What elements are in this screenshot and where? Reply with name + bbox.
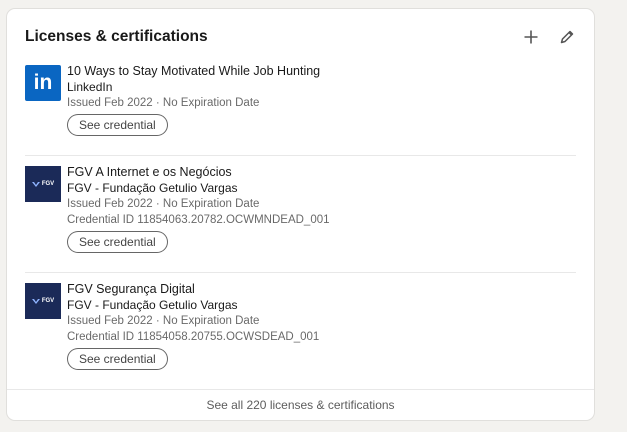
issue-date: Issued Feb 2022 · No Expiration Date [67, 97, 260, 109]
certification-issuer: FGV - Fundação Getulio Vargas [67, 181, 238, 195]
divider [25, 272, 576, 273]
certification-name[interactable]: FGV A Internet e os Negócios [67, 164, 576, 180]
pencil-icon[interactable] [556, 26, 578, 48]
credential-id: Credential ID 11854063.20782.OCWMNDEAD_0… [67, 214, 330, 226]
see-credential-button[interactable]: See credential [67, 114, 168, 136]
issue-date: Issued Feb 2022 · No Expiration Date [67, 315, 260, 327]
certification-name[interactable]: FGV Segurança Digital [67, 281, 576, 297]
section-actions [520, 26, 578, 48]
section-footer: See all 220 licenses & certifications [7, 389, 594, 420]
certification-issuer: LinkedIn [67, 80, 113, 94]
see-credential-button[interactable]: See credential [67, 348, 168, 370]
issue-date: Issued Feb 2022 · No Expiration Date [67, 198, 260, 210]
section-title: Licenses & certifications [25, 28, 208, 45]
linkedin-logo[interactable]: in [25, 65, 61, 101]
credential-id: Credential ID 11854058.20755.OCWSDEAD_00… [67, 331, 320, 343]
licenses-certifications-card: Licenses & certifications in 10 Ways to … [7, 9, 594, 420]
plus-icon[interactable] [520, 26, 542, 48]
certification-issuer: FGV - Fundação Getulio Vargas [67, 298, 238, 312]
certification-name[interactable]: 10 Ways to Stay Motivated While Job Hunt… [67, 63, 576, 79]
fgv-logo[interactable]: FGV [25, 166, 61, 202]
fgv-logo[interactable]: FGV [25, 283, 61, 319]
see-all-link[interactable]: See all 220 licenses & certifications [206, 398, 394, 412]
section-header: Licenses & certifications [25, 27, 576, 47]
divider [25, 155, 576, 156]
see-credential-button[interactable]: See credential [67, 231, 168, 253]
